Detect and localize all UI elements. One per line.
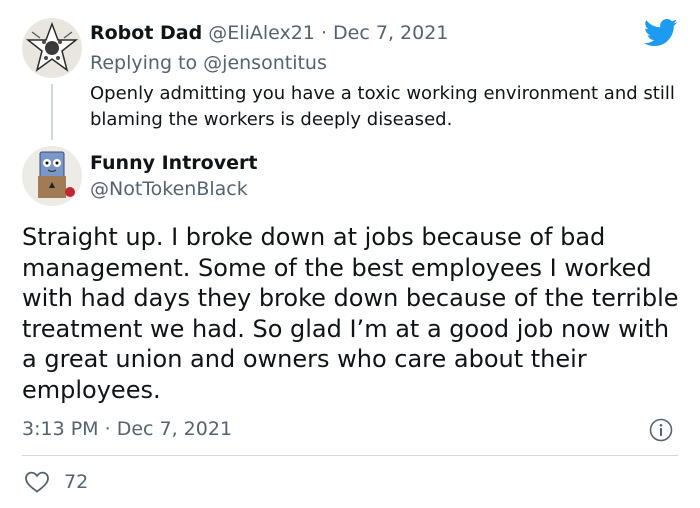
info-icon[interactable]	[649, 418, 673, 442]
tweet-time: 3:13 PM	[22, 418, 99, 440]
thread-connector-line	[51, 84, 53, 140]
reply-separator: ·	[320, 22, 327, 44]
tweet-meta-separator: ·	[104, 418, 111, 440]
heart-outline-icon[interactable]	[24, 470, 50, 494]
like-count: 72	[64, 471, 89, 493]
replying-prefix: Replying to	[90, 52, 198, 74]
robot-dad-avatar[interactable]	[22, 18, 82, 78]
action-divider	[22, 455, 678, 456]
reply-author-name[interactable]: Robot Dad	[90, 22, 202, 44]
funny-introvert-avatar[interactable]	[22, 146, 82, 206]
tweet-date: Dec 7, 2021	[116, 418, 233, 440]
tweet-timestamp[interactable]: 3:13 PM · Dec 7, 2021	[22, 416, 232, 442]
reply-tweet-text: Openly admitting you have a toxic workin…	[90, 83, 675, 130]
reply-tweet-header: Robot Dad @EliAlex21 · Dec 7, 2021	[90, 20, 448, 46]
replying-to-line: Replying to @jensontitus	[90, 50, 327, 76]
main-author-name[interactable]: Funny Introvert	[90, 150, 257, 176]
reply-date[interactable]: Dec 7, 2021	[333, 22, 448, 44]
main-author-handle[interactable]: @NotTokenBlack	[90, 176, 248, 202]
reply-author-handle[interactable]: @EliAlex21	[208, 22, 315, 44]
tweet-card: Robot Dad @EliAlex21 · Dec 7, 2021 Reply…	[0, 0, 700, 508]
twitter-bird-icon	[644, 18, 678, 47]
replying-to-handle[interactable]: @jensontitus	[203, 52, 327, 74]
main-tweet-text: Straight up. I broke down at jobs becaus…	[22, 223, 679, 404]
